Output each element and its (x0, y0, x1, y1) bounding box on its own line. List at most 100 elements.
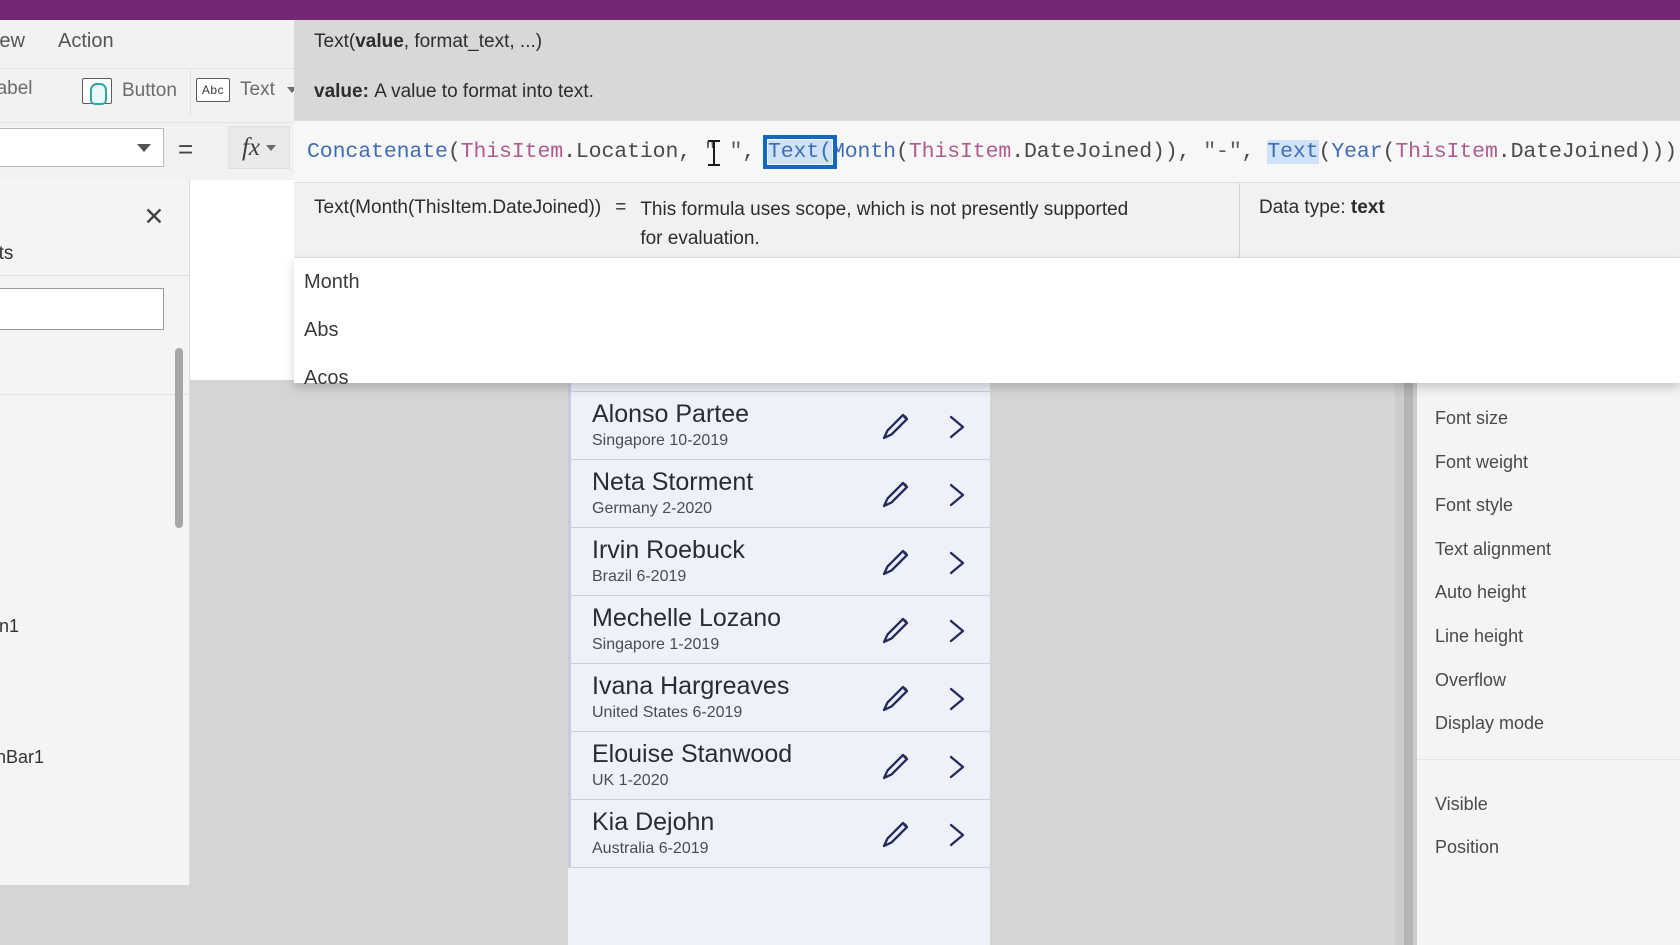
gallery-item-texts: Kia Dejohn Australia 6-2019 (592, 806, 714, 860)
property-row[interactable]: Display mode (1435, 713, 1544, 734)
gallery-item[interactable]: Ivana Hargreaves United States 6-2019 (568, 664, 990, 732)
formula-token: ThisItem (1395, 139, 1498, 164)
gallery-item[interactable]: Irvin Roebuck Brazil 6-2019 (568, 528, 990, 596)
ribbon-item-text[interactable]: Abc Text (196, 78, 297, 102)
gallery-item-subtitle: Australia 6-2019 (592, 840, 709, 857)
pencil-icon[interactable] (878, 410, 912, 444)
property-row[interactable]: Font size (1435, 408, 1508, 429)
chevron-right-icon[interactable] (944, 546, 970, 580)
left-panel-divider (0, 275, 190, 276)
property-row[interactable]: Visible (1435, 794, 1488, 815)
pencil-icon[interactable] (878, 818, 912, 852)
formula-token: ThisItem (908, 139, 1012, 164)
chevron-right-icon[interactable] (944, 818, 970, 852)
gallery-item[interactable]: Alonso Partee Singapore 10-2019 (568, 392, 990, 460)
menu-item-view[interactable]: View (0, 30, 25, 53)
ribbon-item-button[interactable]: Button (82, 78, 177, 105)
gallery-item-accent (568, 596, 571, 663)
formula-text: Concatenate(ThisItem.Location, " ", Text… (307, 134, 1677, 169)
left-panel-title: nts (0, 243, 14, 264)
property-row[interactable]: Auto height (1435, 582, 1526, 603)
chevron-down-icon[interactable] (266, 144, 277, 151)
formula-token: ThisItem (460, 139, 564, 164)
gallery-item-name: Ivana Hargreaves (592, 672, 790, 700)
pencil-icon[interactable] (878, 546, 912, 580)
formula-token: Month (831, 139, 896, 164)
property-row[interactable]: Line height (1435, 626, 1523, 647)
autocomplete-item[interactable]: Abs (294, 306, 1680, 354)
gallery-item-accent (568, 664, 571, 731)
intellisense-overlay: Text(value, format_text, ...) value: A v… (294, 20, 1680, 389)
pencil-icon[interactable] (878, 478, 912, 512)
property-row[interactable]: Text alignment (1435, 539, 1551, 560)
chevron-down-icon (137, 143, 151, 152)
autocomplete-item[interactable]: Acos (294, 354, 1680, 402)
gallery-item[interactable]: Elouise Stanwood UK 1-2020 (568, 732, 990, 800)
properties-panel: Font size Font weight Font style Text align… (1417, 380, 1680, 945)
function-signature: Text(value, format_text, ...) (294, 20, 1680, 64)
search-input[interactable] (0, 288, 164, 330)
formula-token: Concatenate (307, 139, 448, 164)
ribbon-button-text: Button (122, 80, 177, 101)
formula-token: Text (1267, 139, 1319, 164)
fx-button[interactable]: fx (228, 126, 290, 169)
pencil-icon[interactable] (878, 682, 912, 716)
pencil-icon[interactable] (878, 750, 912, 784)
gallery-item-name: Irvin Roebuck (592, 536, 745, 564)
parameter-description: value: A value to format into text. (294, 66, 1680, 118)
result-divider (1239, 183, 1240, 259)
gallery-item[interactable]: Kia Dejohn Australia 6-2019 (568, 800, 990, 868)
chevron-right-icon[interactable] (944, 682, 970, 716)
formula-token: ( (1318, 139, 1332, 164)
formula-token: .DateJoined (1497, 139, 1639, 164)
param-desc: A value to format into text. (374, 81, 594, 102)
autocomplete-list[interactable]: Month Abs Acos (294, 258, 1680, 389)
formula-token: ( (447, 139, 461, 164)
abc-text-icon: Abc (196, 78, 230, 102)
gallery-control[interactable]: Megan KennanSingapore 1-2019Alonso Parte… (568, 372, 990, 945)
left-panel-divider-2 (0, 394, 190, 395)
menu-item-action[interactable]: Action (58, 30, 114, 53)
property-row[interactable]: Font weight (1435, 452, 1528, 473)
gallery-item-accent (568, 528, 571, 595)
property-selector[interactable] (0, 128, 164, 167)
brand-strip (0, 0, 1680, 20)
text-cursor-icon (708, 140, 720, 166)
gallery-item-subtitle: Singapore 1-2019 (592, 636, 720, 653)
chevron-right-icon[interactable] (944, 410, 970, 444)
formula-result-row: Text(Month(ThisItem.DateJoined)) = This … (294, 182, 1680, 259)
formula-input[interactable]: Concatenate(ThisItem.Location, " ", Text… (294, 120, 1680, 182)
property-row[interactable]: Font style (1435, 495, 1513, 516)
chevron-right-icon[interactable] (944, 750, 970, 784)
gallery-item-texts: Neta Storment Germany 2-2020 (592, 466, 753, 520)
gallery-item-name: Neta Storment (592, 468, 754, 496)
gallery-item-texts: Alonso Partee Singapore 10-2019 (592, 398, 749, 452)
gallery-item-accent (568, 460, 571, 527)
equals-sign: = (178, 134, 194, 164)
formula-token: "-" (1203, 139, 1242, 164)
ribbon-divider (190, 70, 191, 116)
chevron-right-icon[interactable] (944, 478, 970, 512)
formula-token: , (1241, 139, 1268, 164)
pencil-icon[interactable] (878, 614, 912, 648)
ribbon-item-label[interactable]: Label (0, 78, 33, 100)
tree-item[interactable]: onBar1 (0, 747, 44, 768)
chevron-right-icon[interactable] (944, 614, 970, 648)
left-panel-scrollbar[interactable] (175, 348, 183, 528)
formula-token: )), (1152, 139, 1204, 164)
formula-token: , (678, 139, 704, 164)
right-panel-scrollbar[interactable] (1404, 380, 1413, 945)
close-icon[interactable]: ✕ (141, 205, 167, 231)
gallery-item-texts: Elouise Stanwood UK 1-2020 (592, 738, 792, 792)
property-row[interactable]: Overflow (1435, 670, 1506, 691)
property-row[interactable]: Position (1435, 837, 1499, 858)
gallery-item[interactable]: Mechelle Lozano Singapore 1-2019 (568, 596, 990, 664)
ribbon-text-text: Text (240, 79, 275, 100)
tree-item[interactable]: wn1 (0, 616, 19, 637)
gallery-item-texts: Mechelle Lozano Singapore 1-2019 (592, 602, 781, 656)
data-type-value: text (1350, 197, 1385, 218)
data-type-info: Data type: text (1259, 197, 1385, 219)
data-type-label: Data type: (1259, 197, 1346, 218)
gallery-item[interactable]: Neta Storment Germany 2-2020 (568, 460, 990, 528)
autocomplete-item[interactable]: Month (294, 258, 1680, 306)
